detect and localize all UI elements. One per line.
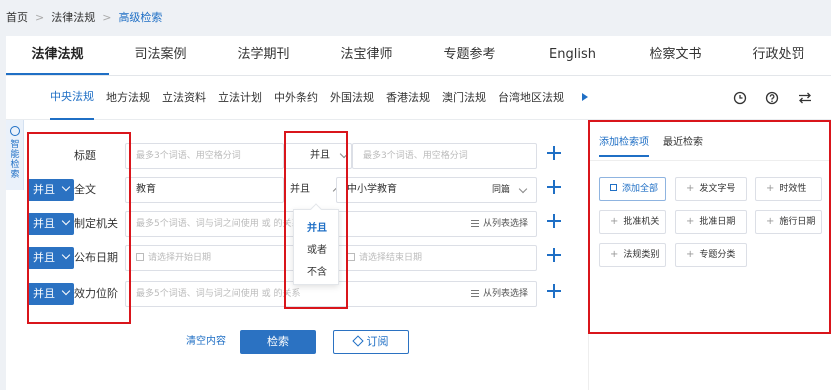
tab-english[interactable]: English [521, 36, 624, 75]
breadcrumb-separator: > [102, 10, 112, 24]
breadcrumb-level1[interactable]: 法律法规 [51, 9, 95, 25]
subtab-macau[interactable]: 澳门法规 [442, 76, 486, 120]
highlight-box-mid-operator [284, 131, 348, 309]
list-select-button[interactable]: 从列表选择 [470, 282, 528, 306]
add-condition-plus-icon[interactable] [546, 145, 562, 161]
list-select-button[interactable]: 从列表选择 [470, 212, 528, 236]
list-select-label: 从列表选择 [482, 289, 528, 299]
calendar-icon [347, 253, 355, 261]
fulltext-input-left[interactable]: 教育 [125, 177, 284, 203]
add-condition-plus-icon[interactable] [546, 247, 562, 263]
tab-laws[interactable]: 法律法规 [6, 36, 109, 75]
advanced-search-area: 智能检索 标题 最多3个词语、用空格分词 并且 最多3个词语、用空格分词 并且 … [6, 120, 831, 390]
validity-level-placeholder: 最多5个词语、词与词之间使用 或 的关系 [136, 289, 301, 299]
chevron-down-icon [518, 184, 528, 194]
clock-icon[interactable] [733, 91, 747, 105]
start-date-placeholder: 请选择开始日期 [148, 253, 212, 263]
tab-penalties[interactable]: 行政处罚 [727, 36, 830, 75]
breadcrumb-separator: > [35, 10, 45, 24]
tab-cases[interactable]: 司法案例 [109, 36, 212, 75]
subtab-foreign[interactable]: 外国法规 [330, 76, 374, 120]
subtab-central[interactable]: 中央法规 [50, 76, 94, 120]
tab-journals[interactable]: 法学期刊 [212, 36, 315, 75]
title-input-right[interactable]: 最多3个词语、用空格分词 [352, 143, 537, 169]
tab-procuratorate[interactable]: 检察文书 [624, 36, 727, 75]
fulltext-value-right: 中小学教育 [347, 184, 397, 195]
list-icon [470, 220, 479, 227]
end-date-input[interactable]: 请选择结束日期 [336, 245, 537, 271]
end-date-placeholder: 请选择结束日期 [359, 253, 423, 263]
subscribe-button[interactable]: 订阅 [333, 330, 409, 354]
subscribe-label: 订阅 [366, 335, 389, 348]
list-icon [470, 290, 479, 297]
add-condition-plus-icon[interactable] [546, 283, 562, 299]
tab-topics[interactable]: 专题参考 [418, 36, 521, 75]
subtab-local[interactable]: 地方法规 [106, 76, 150, 120]
title-input-left[interactable]: 最多3个词语、用空格分词 [125, 143, 284, 169]
scope-select-label[interactable]: 同篇 [492, 178, 510, 202]
add-condition-plus-icon[interactable] [546, 213, 562, 229]
tab-lawyers[interactable]: 法宝律师 [315, 36, 418, 75]
breadcrumb-current: 高级检索 [118, 11, 163, 24]
authority-placeholder: 最多5个词语、词与词之间使用 或 的关系 [136, 219, 301, 229]
breadcrumb: 首页 > 法律法规 > 高级检索 [0, 0, 831, 34]
swap-arrows-icon[interactable] [798, 91, 812, 105]
sub-tabs: 中央法规 地方法规 立法资料 立法计划 中外条约 外国法规 香港法规 澳门法规 … [6, 76, 831, 120]
clear-button[interactable]: 清空内容 [186, 331, 226, 353]
main-tabs: 法律法规 司法案例 法学期刊 法宝律师 专题参考 English 检察文书 行政… [6, 36, 831, 76]
subtab-legislative-plan[interactable]: 立法计划 [218, 76, 262, 120]
tag-icon [351, 335, 364, 347]
subtab-hongkong[interactable]: 香港法规 [386, 76, 430, 120]
highlight-box-panel [588, 120, 831, 334]
question-icon[interactable] [765, 91, 779, 105]
subtab-legislative-materials[interactable]: 立法资料 [162, 76, 206, 120]
breadcrumb-home[interactable]: 首页 [6, 9, 28, 25]
highlight-box-operators [27, 132, 131, 324]
subtab-taiwan[interactable]: 台湾地区法规 [498, 76, 564, 120]
more-tabs-arrow-icon[interactable] [582, 93, 588, 101]
search-icon [10, 126, 20, 136]
subtab-treaties[interactable]: 中外条约 [274, 76, 318, 120]
calendar-icon [136, 253, 144, 261]
add-condition-plus-icon[interactable] [546, 179, 562, 195]
list-select-label: 从列表选择 [482, 219, 528, 229]
search-button[interactable]: 检索 [240, 330, 316, 354]
fulltext-input-right[interactable]: 中小学教育 同篇 [336, 177, 537, 203]
